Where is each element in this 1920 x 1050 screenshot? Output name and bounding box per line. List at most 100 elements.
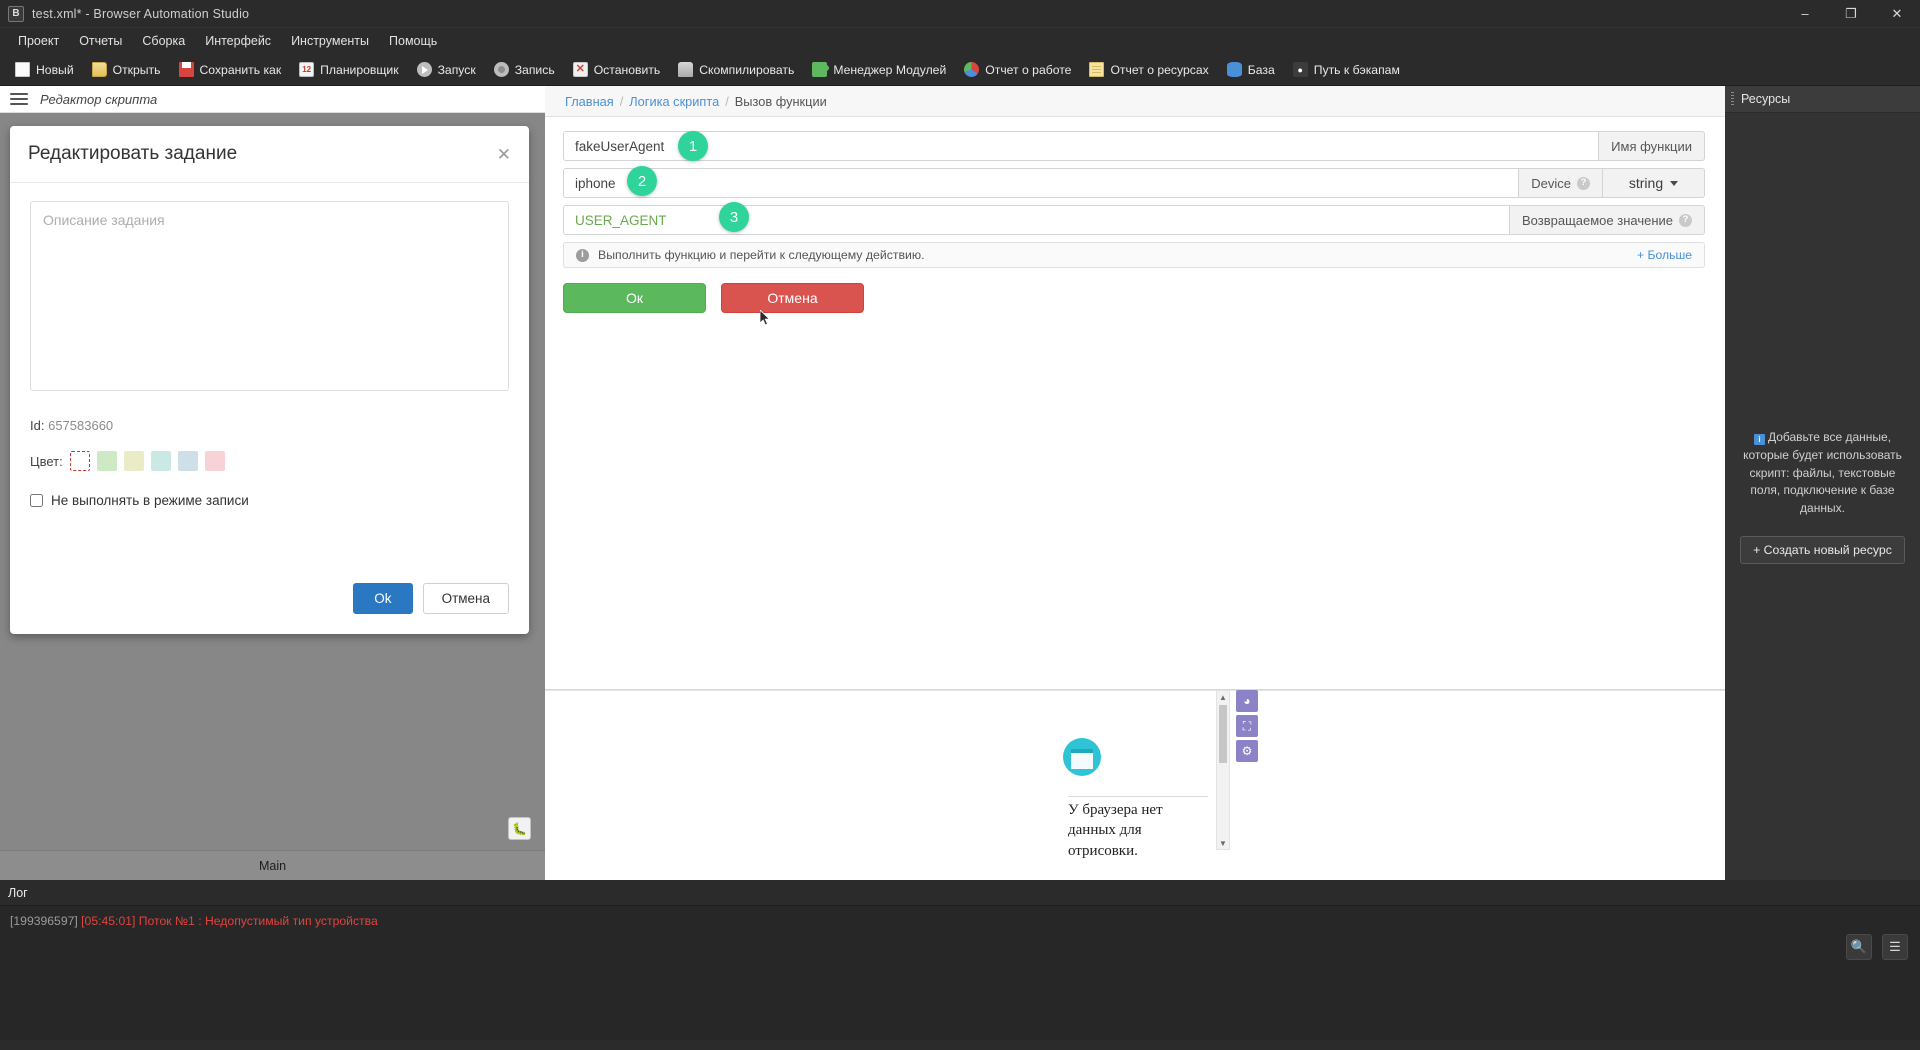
preview-divider [1068, 796, 1208, 797]
maximize-button[interactable]: ❐ [1828, 0, 1874, 27]
preview-scrollbar[interactable]: ▲ ▼ [1216, 690, 1230, 850]
gear-icon[interactable]: ⚙ [1236, 740, 1258, 762]
help-icon[interactable]: ? [1679, 213, 1692, 227]
dialog-header: Редактировать задание ✕ [10, 126, 529, 183]
pie-chart-icon [964, 62, 980, 77]
info-icon: i [1753, 434, 1765, 446]
toolbar-stop[interactable]: Остановить [564, 60, 670, 79]
puzzle-icon [812, 62, 830, 77]
close-icon[interactable]: ✕ [497, 146, 511, 163]
toolbar-module-manager-label: Менеджер Модулей [833, 62, 947, 77]
task-description-input[interactable] [30, 201, 509, 391]
edit-task-dialog: Редактировать задание ✕ Id: 657583660 Цв… [10, 126, 529, 634]
resources-note: i Добавьте все данные, которые будет испо… [1739, 429, 1906, 518]
color-swatch-green[interactable] [96, 451, 117, 471]
toolbar-compile[interactable]: Скомпилировать [669, 60, 803, 79]
scrollbar-thumb[interactable] [1219, 705, 1227, 763]
toolbar-backup-path[interactable]: Путь к бэкапам [1284, 60, 1409, 79]
color-swatch-yellow[interactable] [123, 451, 144, 471]
step-badge-3: 3 [719, 202, 749, 232]
action-ok-button[interactable]: Ок [563, 283, 706, 313]
color-swatch-none[interactable] [69, 451, 90, 471]
list-menu-icon[interactable]: ☰ [1882, 934, 1908, 960]
resources-pane: Ресурсы i Добавьте все данные, которые бу… [1725, 86, 1920, 880]
menu-item-build[interactable]: Сборка [132, 31, 195, 51]
task-id-label: Id: [30, 418, 45, 433]
hamburger-menu-icon[interactable] [10, 93, 28, 105]
bottom-tab-bar: Лог Скрипт Результаты [0, 1040, 1920, 1050]
toolbar-database[interactable]: База [1218, 60, 1284, 79]
minimize-button[interactable]: – [1782, 0, 1828, 27]
breadcrumb-separator-1: / [619, 93, 624, 109]
device-param-row: Device ? string 2 [563, 166, 1705, 198]
action-hint-bar: i Выполнить функцию и перейти к следующе… [563, 242, 1705, 268]
scroll-up-icon[interactable]: ▲ [1217, 691, 1229, 703]
menu-item-help[interactable]: Помощь [379, 31, 447, 51]
toolbar-resource-report-label: Отчет о ресурсах [1110, 62, 1209, 77]
skip-in-record-mode-label: Не выполнять в режиме записи [51, 493, 249, 508]
device-label-text: Device [1531, 175, 1571, 191]
breadcrumb-home[interactable]: Главная [565, 94, 614, 109]
more-options-link[interactable]: + Больше [1637, 248, 1692, 262]
bug-icon[interactable]: 🐛 [508, 817, 531, 840]
toolbar-work-report[interactable]: Отчет о работе [955, 60, 1080, 79]
toolbar-scheduler[interactable]: Планировщик [290, 60, 407, 79]
type-select[interactable]: string [1603, 168, 1705, 198]
scroll-down-icon[interactable]: ▼ [1217, 837, 1229, 849]
calendar-icon [299, 62, 315, 77]
menu-item-reports[interactable]: Отчеты [69, 31, 132, 51]
new-file-icon [15, 62, 30, 77]
chevron-down-icon [1670, 180, 1679, 186]
skip-in-record-mode-row[interactable]: Не выполнять в режиме записи [30, 493, 509, 508]
breadcrumb-script-logic[interactable]: Логика скрипта [629, 94, 719, 109]
record-icon [493, 62, 509, 77]
menu-item-project[interactable]: Проект [8, 31, 69, 51]
resources-title: Ресурсы [1741, 92, 1791, 106]
script-canvas[interactable]: Редактировать задание ✕ Id: 657583660 Цв… [0, 113, 545, 850]
close-button[interactable]: ✕ [1874, 0, 1920, 27]
create-resource-button[interactable]: + Создать новый ресурс [1740, 535, 1905, 564]
toolbar-run[interactable]: Запуск [408, 60, 485, 79]
toolbar-record[interactable]: Запись [485, 60, 564, 79]
search-icon[interactable]: 🔍 [1846, 934, 1872, 960]
menu-item-tools[interactable]: Инструменты [281, 31, 379, 51]
preview-tools: ◕ ⛶ ⚙ [1236, 690, 1258, 762]
dialog-cancel-button[interactable]: Отмена [422, 583, 509, 614]
toolbar-open[interactable]: Открыть [83, 60, 170, 79]
return-value-label-text: Возвращаемое значение [1521, 212, 1673, 228]
toolbar-scheduler-label: Планировщик [320, 62, 399, 77]
skip-in-record-mode-checkbox[interactable] [30, 494, 43, 507]
action-editor-pane: Главная / Логика скрипта / Вызов функции… [545, 86, 1725, 880]
action-cancel-button[interactable]: Отмена [721, 283, 864, 313]
toolbar-module-manager[interactable]: Менеджер Модулей [803, 60, 955, 79]
resources-body: i Добавьте все данные, которые будет испо… [1725, 113, 1920, 880]
menu-item-interface[interactable]: Интерфейс [195, 31, 281, 51]
toolbar-save-as[interactable]: Сохранить как [170, 60, 291, 79]
dialog-ok-button[interactable]: Ok [353, 583, 413, 614]
toolbar-work-report-label: Отчет о работе [985, 62, 1072, 77]
return-value-input[interactable] [563, 205, 1510, 235]
color-swatch-pink[interactable] [204, 451, 225, 471]
script-tab-main[interactable]: Main [0, 850, 545, 880]
color-swatch-blue[interactable] [177, 451, 198, 471]
function-name-input[interactable] [563, 131, 1600, 161]
dialog-footer: Ok Отмена [10, 583, 529, 634]
fullscreen-icon[interactable]: ⛶ [1236, 715, 1258, 737]
breadcrumb-separator-2: / [725, 93, 729, 109]
log-content[interactable]: [199396597] [05:45:01] Поток №1 : Недопу… [0, 906, 1920, 1040]
device-input[interactable] [563, 168, 1520, 198]
action-buttons: Ок Отмена [563, 283, 1705, 313]
color-swatch-teal[interactable] [150, 451, 171, 471]
wifi-icon[interactable]: ◕ [1236, 690, 1258, 712]
toolbar-resource-report[interactable]: Отчет о ресурсах [1080, 60, 1217, 79]
dialog-body: Id: 657583660 Цвет: Не выполн [10, 183, 529, 583]
toolbar-new[interactable]: Новый [6, 60, 83, 79]
toolbar: Новый Открыть Сохранить как Планировщик … [0, 54, 1920, 86]
task-color-row: Цвет: [30, 451, 509, 471]
function-call-form: Имя функции 1 Device ? string 2 [545, 117, 1725, 313]
dialog-title: Редактировать задание [28, 143, 238, 164]
play-icon [416, 62, 432, 77]
save-floppy-icon [178, 62, 194, 77]
step-badge-2: 2 [627, 166, 657, 196]
help-icon[interactable]: ? [1577, 176, 1590, 190]
